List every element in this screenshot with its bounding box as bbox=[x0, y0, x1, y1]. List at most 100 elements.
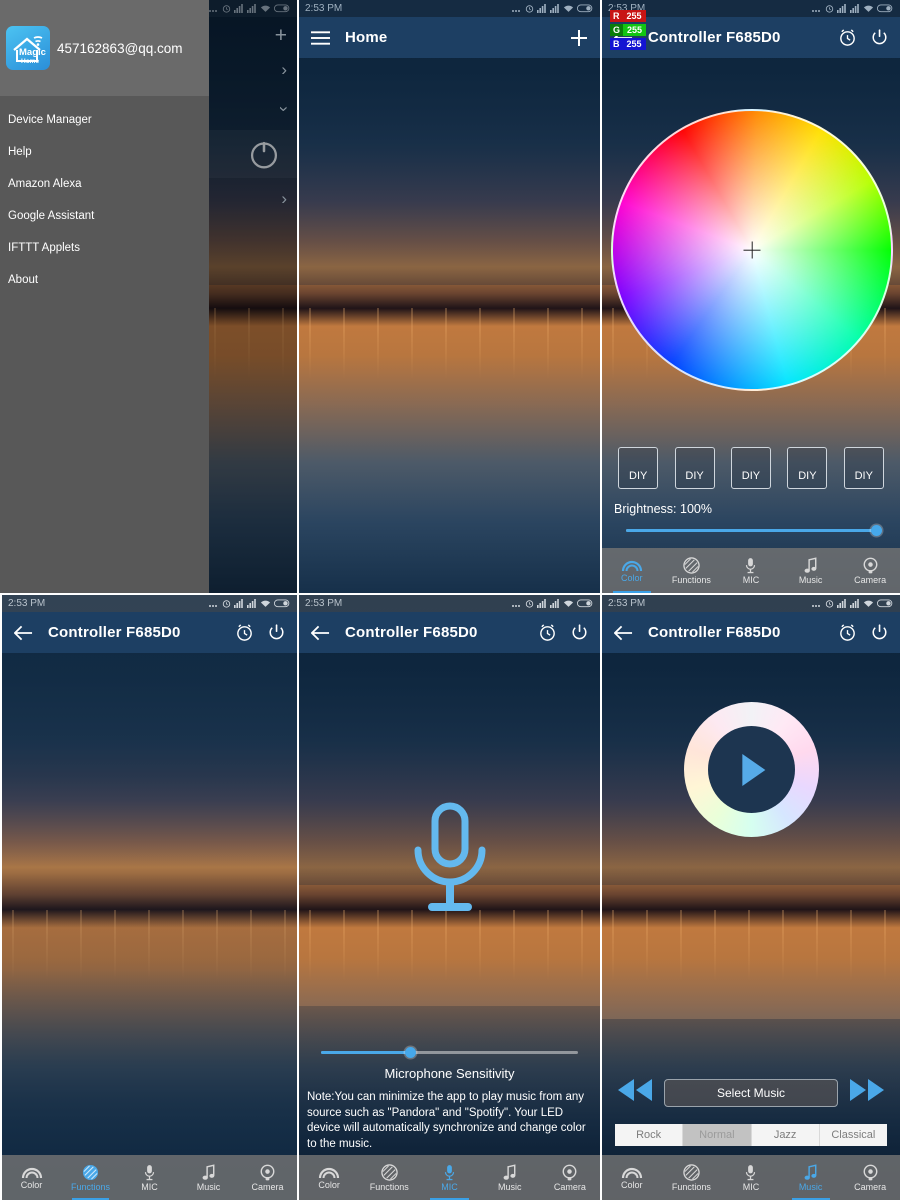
tab-camera[interactable]: Camera bbox=[238, 1155, 297, 1200]
microphone-icon bbox=[444, 1164, 455, 1181]
genre-selector: Rock Normal Jazz Classical bbox=[615, 1124, 887, 1146]
rainbow-icon bbox=[21, 1166, 43, 1179]
tab-color[interactable]: Color bbox=[2, 1155, 61, 1200]
genre-normal[interactable]: Normal bbox=[683, 1124, 752, 1146]
power-icon[interactable] bbox=[568, 622, 590, 644]
tab-label: Color bbox=[621, 572, 643, 583]
power-icon[interactable] bbox=[868, 622, 890, 644]
tab-color[interactable]: Color bbox=[602, 1155, 662, 1200]
plus-icon[interactable] bbox=[568, 27, 590, 49]
drawer-scrim[interactable] bbox=[209, 0, 297, 593]
tab-music[interactable]: Music bbox=[781, 548, 841, 593]
tab-music[interactable]: Music bbox=[480, 1155, 540, 1200]
signal-icon-2 bbox=[550, 4, 559, 13]
slider-knob[interactable] bbox=[871, 524, 882, 536]
diy-preset-2[interactable]: DIY bbox=[674, 447, 715, 489]
rewind-icon[interactable] bbox=[614, 1077, 656, 1108]
drawer-item-about[interactable]: About bbox=[0, 264, 209, 296]
tab-functions[interactable]: Functions bbox=[662, 548, 722, 593]
mic-sensitivity-slider[interactable] bbox=[321, 1044, 578, 1060]
svg-text:Home: Home bbox=[21, 58, 39, 65]
panel-color: 2:53 PM Controller F685D0 R 255 G 255 B … bbox=[600, 0, 900, 593]
battery-icon bbox=[577, 4, 593, 13]
battery-icon bbox=[577, 599, 593, 608]
genre-jazz[interactable]: Jazz bbox=[751, 1124, 820, 1146]
status-time: 2:53 PM bbox=[305, 3, 343, 14]
hatched-circle-icon bbox=[82, 1164, 99, 1181]
color-wheel-crosshair[interactable] bbox=[744, 242, 761, 259]
tab-color[interactable]: Color bbox=[299, 1155, 359, 1200]
mic-note-text: Note:You can minimize the app to play mu… bbox=[307, 1091, 586, 1150]
arrow-left-icon[interactable] bbox=[309, 622, 331, 644]
app-bar: Controller F685D0 bbox=[2, 612, 297, 653]
alarm-clock-icon[interactable] bbox=[836, 622, 858, 644]
genre-classical[interactable]: Classical bbox=[819, 1124, 887, 1146]
brightness-slider[interactable] bbox=[626, 522, 882, 538]
fast-forward-icon[interactable] bbox=[846, 1077, 888, 1108]
signal-icon-1 bbox=[837, 599, 846, 608]
tab-functions[interactable]: Functions bbox=[359, 1155, 419, 1200]
play-icon[interactable] bbox=[741, 753, 765, 786]
music-play-disc[interactable] bbox=[684, 702, 819, 837]
alarm-clock-icon[interactable] bbox=[836, 27, 858, 49]
microphone-icon bbox=[745, 1164, 756, 1181]
color-wheel[interactable] bbox=[611, 109, 893, 391]
rgb-channel-b: B bbox=[610, 38, 623, 50]
drawer-item-help[interactable]: Help bbox=[0, 136, 209, 168]
music-transport-controls: Select Music bbox=[602, 1077, 900, 1108]
arrow-left-icon[interactable] bbox=[612, 622, 634, 644]
tab-label: Camera bbox=[251, 1181, 284, 1192]
tab-label: Functions bbox=[70, 1181, 111, 1192]
drawer-item-ifttt-applets[interactable]: IFTTT Applets bbox=[0, 232, 209, 264]
tab-mic[interactable]: MIC bbox=[721, 548, 781, 593]
hatched-circle-icon bbox=[683, 1163, 700, 1181]
tab-music[interactable]: Music bbox=[781, 1155, 841, 1200]
drawer-item-amazon-alexa[interactable]: Amazon Alexa bbox=[0, 168, 209, 200]
tab-camera[interactable]: Camera bbox=[840, 548, 900, 593]
hamburger-icon[interactable] bbox=[309, 27, 331, 49]
tab-camera[interactable]: Camera bbox=[840, 1155, 900, 1200]
tab-music[interactable]: Music bbox=[179, 1155, 238, 1200]
diy-preset-1[interactable]: DIY bbox=[618, 447, 659, 489]
slider-knob[interactable] bbox=[405, 1046, 417, 1058]
alarm-clock-icon[interactable] bbox=[233, 622, 255, 644]
power-icon[interactable] bbox=[868, 27, 890, 49]
drawer-item-google-assistant[interactable]: Google Assistant bbox=[0, 200, 209, 232]
status-bar: 2:53 PM bbox=[2, 595, 297, 612]
tab-mic[interactable]: MIC bbox=[419, 1155, 479, 1200]
drawer-item-device-manager[interactable]: Device Manager bbox=[0, 104, 209, 136]
diy-preset-5[interactable]: DIY bbox=[843, 447, 884, 489]
battery-icon bbox=[877, 599, 893, 608]
diy-preset-4[interactable]: DIY bbox=[787, 447, 828, 489]
genre-rock[interactable]: Rock bbox=[615, 1124, 684, 1146]
music-note-icon bbox=[503, 1163, 517, 1181]
tab-functions[interactable]: Functions bbox=[61, 1155, 120, 1200]
app-bar: Controller F685D0 bbox=[299, 612, 600, 653]
signal-icon-2 bbox=[550, 599, 559, 608]
wifi-icon bbox=[563, 5, 574, 12]
signal-icon-1 bbox=[537, 599, 546, 608]
power-icon[interactable] bbox=[265, 622, 287, 644]
tab-color[interactable]: Color bbox=[602, 548, 662, 593]
diy-presets: DIY DIY DIY DIY DIY bbox=[602, 447, 900, 489]
alarm-icon bbox=[222, 600, 231, 608]
status-icons bbox=[511, 599, 594, 608]
page-title: Home bbox=[345, 29, 388, 46]
status-bar: 2:53 PM bbox=[299, 595, 600, 612]
diy-preset-3[interactable]: DIY bbox=[730, 447, 771, 489]
bottom-tab-bar: Color Functions MIC Music Camera bbox=[602, 548, 900, 593]
arrow-left-icon[interactable] bbox=[12, 622, 34, 644]
signal-icon-2 bbox=[247, 599, 256, 608]
alarm-clock-icon[interactable] bbox=[536, 622, 558, 644]
tab-mic[interactable]: MIC bbox=[120, 1155, 179, 1200]
app-logo-icon: Magic Home bbox=[6, 26, 50, 70]
signal-icon-1 bbox=[537, 4, 546, 13]
tab-camera[interactable]: Camera bbox=[540, 1155, 600, 1200]
tab-functions[interactable]: Functions bbox=[662, 1155, 722, 1200]
tab-mic[interactable]: MIC bbox=[721, 1155, 781, 1200]
bottom-tab-bar: Color Functions MIC Music Camera bbox=[2, 1155, 297, 1200]
panel-mic: 2:53 PM Controller F685D0 Microphone Sen… bbox=[297, 593, 600, 1200]
select-music-button[interactable]: Select Music bbox=[664, 1078, 838, 1107]
bottom-tab-bar: Color Functions MIC Music Camera bbox=[602, 1155, 900, 1200]
tab-label: MIC bbox=[441, 1181, 458, 1192]
